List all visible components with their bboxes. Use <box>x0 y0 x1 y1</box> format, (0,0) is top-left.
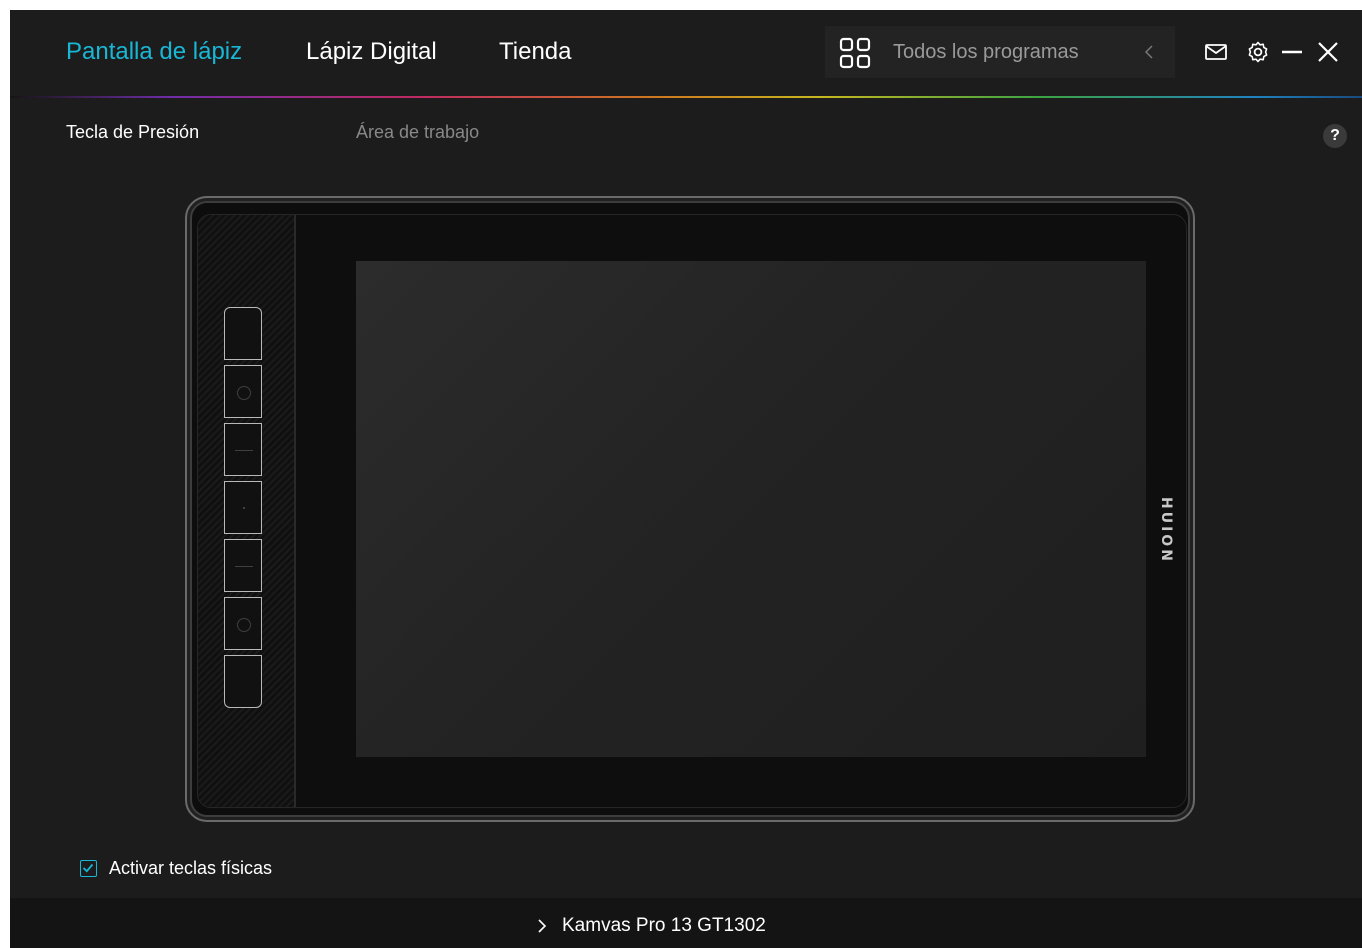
checkbox-icon[interactable] <box>80 860 97 877</box>
tab-pen-display[interactable]: Pantalla de lápiz <box>66 38 242 66</box>
close-icon[interactable] <box>1316 40 1340 64</box>
express-key-3[interactable] <box>224 423 262 476</box>
express-key-5[interactable] <box>224 539 262 592</box>
express-key-7[interactable] <box>224 655 262 708</box>
tablet-bezel: HUION <box>197 214 1187 808</box>
brand-logo: HUION <box>1150 497 1184 564</box>
device-footer[interactable]: Kamvas Pro 13 GT1302 <box>10 898 1362 948</box>
brand-logo-text: HUION <box>1158 497 1174 564</box>
gear-icon[interactable] <box>1246 40 1270 64</box>
header-divider <box>10 96 1362 98</box>
enable-keys-label: Activar teclas físicas <box>109 858 273 878</box>
minimize-icon[interactable] <box>1280 40 1304 64</box>
express-key-1[interactable] <box>224 307 262 360</box>
tab-digital-pen[interactable]: Lápiz Digital <box>306 38 437 66</box>
tab-store[interactable]: Tienda <box>499 38 572 66</box>
subtab-work-area[interactable]: Área de trabajo <box>356 122 479 143</box>
express-key-2[interactable] <box>224 365 262 418</box>
express-key-4[interactable] <box>224 481 262 534</box>
mail-icon[interactable] <box>1204 40 1228 64</box>
program-selector-label: Todos los programas <box>893 41 1079 63</box>
device-name: Kamvas Pro 13 GT1302 <box>562 915 766 936</box>
tablet-screen <box>356 261 1146 757</box>
express-key-strip <box>198 215 296 807</box>
chevron-left-icon[interactable] <box>1143 42 1155 62</box>
help-button[interactable]: ? <box>1323 124 1347 148</box>
grid-icon <box>839 37 871 69</box>
driver-window: Pantalla de lápiz Lápiz Digital Tienda T… <box>10 10 1362 948</box>
program-selector[interactable]: Todos los programas <box>825 26 1175 78</box>
subtab-press-key[interactable]: Tecla de Presión <box>66 122 199 143</box>
tablet-illustration: HUION <box>185 196 1195 822</box>
express-key-column <box>224 307 264 708</box>
chevron-right-icon[interactable] <box>537 918 547 934</box>
express-key-6[interactable] <box>224 597 262 650</box>
